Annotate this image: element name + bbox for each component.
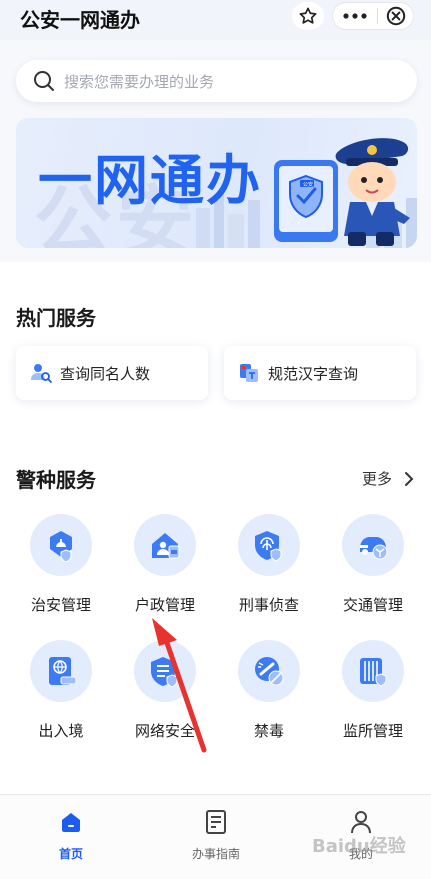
tab-guide[interactable]: 办事指南 [161, 795, 271, 879]
service-label: 户政管理 [134, 596, 195, 614]
service-cyber-security[interactable]: 网络安全 [117, 640, 213, 752]
passport-icon [49, 657, 77, 685]
guide-icon [206, 810, 226, 834]
service-exit-entry[interactable]: 出入境 [13, 640, 109, 752]
public-security-icon [50, 531, 72, 562]
watermark: Baidu经验 [312, 836, 406, 857]
star-icon [299, 7, 317, 24]
service-label: 刑事侦查 [238, 596, 299, 614]
tab-home[interactable]: 首页 [16, 795, 126, 879]
service-anti-drug[interactable]: 禁毒 [221, 640, 317, 752]
household-registration-icon [152, 533, 180, 559]
service-detention[interactable]: 监所管理 [325, 640, 421, 752]
people-search-icon [31, 364, 52, 383]
search-bar[interactable]: 搜索您需要办理的业务 [16, 60, 417, 102]
police-services-title: 警种服务 [16, 468, 96, 492]
home-icon [62, 813, 80, 832]
service-label: 交通管理 [342, 596, 403, 614]
service-icon-bg [238, 514, 300, 576]
tab-guide-label: 办事指南 [191, 847, 240, 861]
favorite-button[interactable] [292, 2, 324, 30]
detention-management-icon [360, 658, 387, 687]
hot-service-label: 规范汉字查询 [268, 364, 359, 383]
close-circle-icon [386, 6, 405, 26]
service-icon-bg [238, 640, 300, 702]
more-label: 更多 [362, 470, 393, 488]
service-icon-bg [342, 514, 404, 576]
criminal-investigation-icon [255, 531, 282, 562]
service-icon-bg [342, 640, 404, 702]
chevron-right-icon [405, 471, 414, 486]
promo-banner[interactable]: 公安 一网通办 公安 [16, 118, 417, 248]
service-public-security[interactable]: 治安管理 [13, 514, 109, 626]
police-mascot-illustration [335, 138, 410, 246]
title-bar: 公安一网通办 [0, 0, 431, 40]
more-services-link[interactable]: 更多 [362, 468, 414, 489]
service-label: 禁毒 [253, 722, 284, 740]
hot-service-card-same-name[interactable]: 查询同名人数 [16, 346, 208, 400]
more-options-button[interactable] [333, 3, 377, 29]
service-label: 治安管理 [30, 596, 91, 614]
more-dots-icon [343, 13, 367, 19]
service-label: 网络安全 [134, 722, 195, 740]
service-icon-bg [30, 640, 92, 702]
traffic-management-icon [360, 537, 388, 560]
service-icon-bg [30, 514, 92, 576]
app-title: 公安一网通办 [20, 8, 140, 32]
anti-drug-icon [255, 657, 284, 686]
service-household[interactable]: 户政管理 [117, 514, 213, 626]
phone-badge-text: 公安 [303, 182, 314, 188]
mini-program-capsule [332, 2, 414, 30]
service-icon-bg [134, 514, 196, 576]
close-button[interactable] [378, 3, 413, 29]
hot-service-card-chinese-char[interactable]: 规范汉字查询 [224, 346, 416, 400]
hot-services-title: 热门服务 [16, 306, 96, 330]
service-label: 监所管理 [342, 722, 403, 740]
chinese-character-icon [240, 364, 258, 382]
service-traffic[interactable]: 交通管理 [325, 514, 421, 626]
hot-service-label: 查询同名人数 [60, 364, 151, 383]
banner-title: 一网通办 [38, 149, 262, 212]
search-icon [34, 71, 54, 91]
service-criminal-investigation[interactable]: 刑事侦查 [221, 514, 317, 626]
tab-home-label: 首页 [58, 847, 83, 861]
search-placeholder: 搜索您需要办理的业务 [64, 72, 215, 91]
cyber-security-icon [151, 657, 178, 688]
service-icon-bg [134, 640, 196, 702]
service-label: 出入境 [38, 722, 84, 740]
